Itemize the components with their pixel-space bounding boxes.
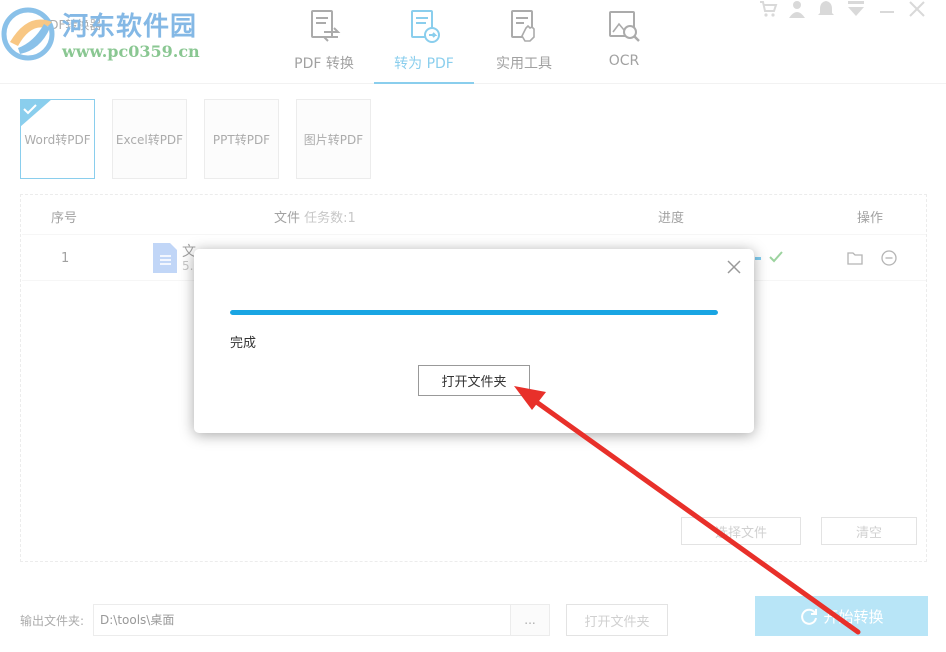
conversion-status: 完成 <box>230 336 257 351</box>
dialog-close-icon[interactable] <box>726 259 742 275</box>
dialog-open-folder-button[interactable]: 打开文件夹 <box>418 365 530 396</box>
conversion-complete-dialog: 完成 打开文件夹 <box>194 249 754 433</box>
conversion-progress-bar <box>230 310 718 315</box>
conversion-progress-fill <box>230 310 718 315</box>
